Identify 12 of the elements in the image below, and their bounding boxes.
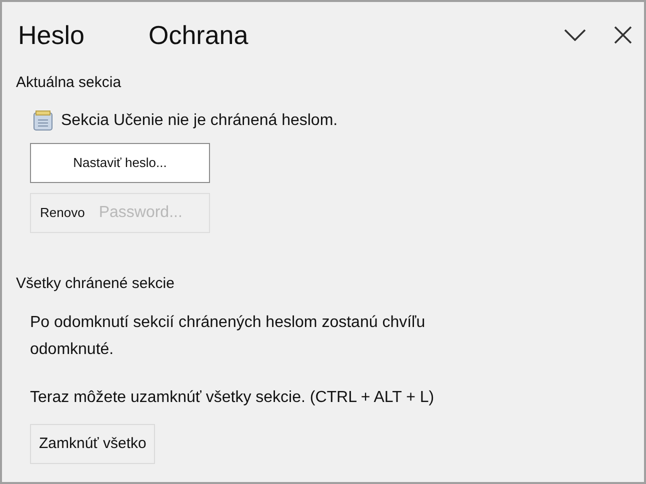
shortcut-hint: Teraz môžete uzamknúť všetky sekcie. (CTRL + ALT + L) bbox=[30, 388, 436, 408]
status-text: Sekcia Učenie nie je chránená heslom. bbox=[61, 110, 338, 130]
collapse-icon[interactable] bbox=[564, 29, 586, 41]
pane-title: Heslo bbox=[18, 22, 84, 48]
pane-title: Ochrana bbox=[148, 22, 248, 48]
notebook-icon bbox=[32, 110, 54, 132]
section-heading: Všetky chránené sekcie bbox=[16, 274, 176, 294]
lock-all-button[interactable]: Zamknúť všetko bbox=[30, 424, 156, 464]
section-heading: Aktuálna sekcia bbox=[16, 73, 122, 93]
set-password-button[interactable]: Nastaviť heslo... bbox=[30, 142, 210, 182]
close-icon[interactable] bbox=[614, 26, 632, 44]
info-text: Po odomknutí sekcií chránených heslom zostanú chvíľu odomknuté. bbox=[30, 313, 426, 360]
